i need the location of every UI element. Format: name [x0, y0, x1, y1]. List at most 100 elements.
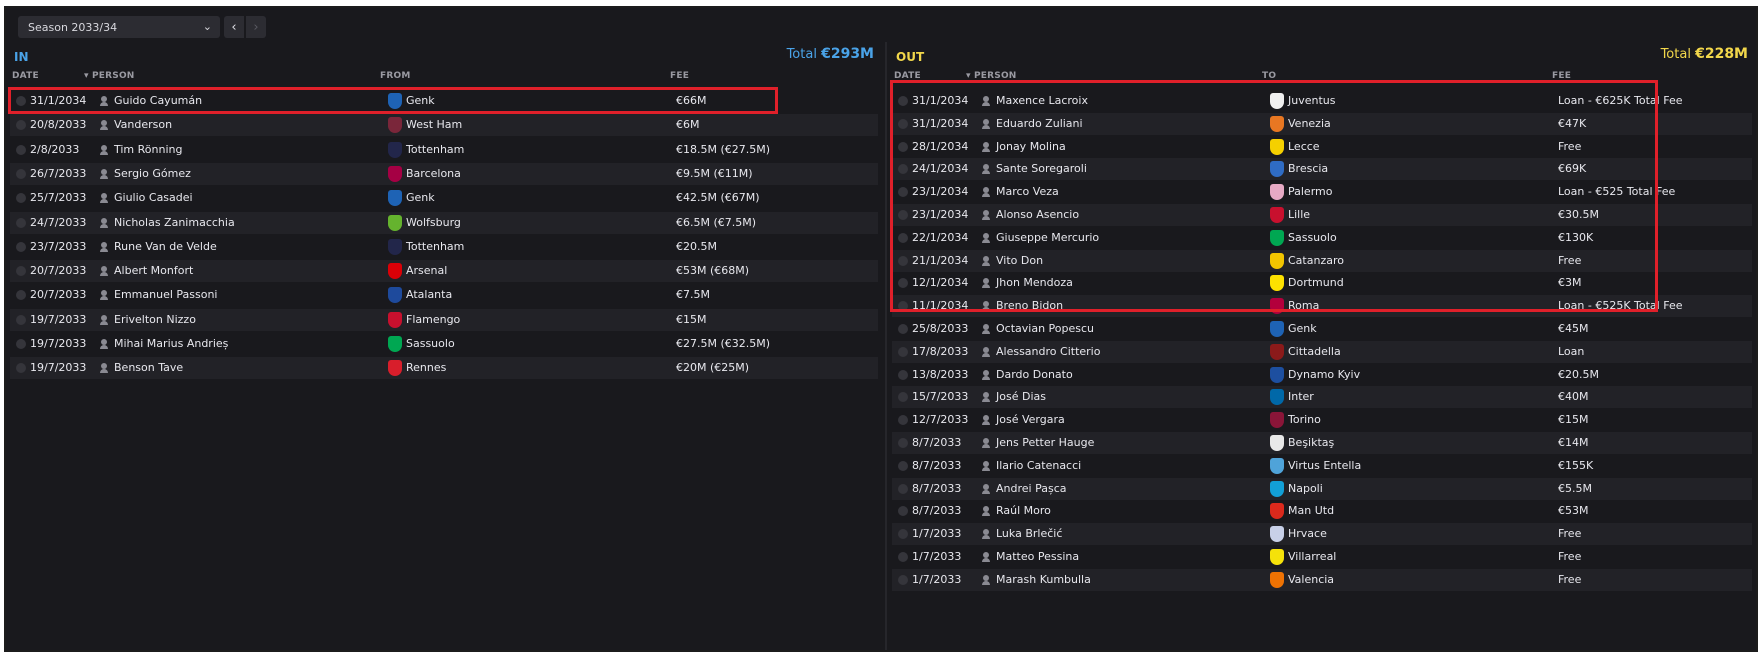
table-row[interactable]: 20/8/2033 Vanderson West Ham €6M [10, 114, 878, 137]
col-fee[interactable]: FEE [670, 71, 689, 81]
person-name[interactable]: Vito Don [996, 254, 1043, 267]
club-name[interactable]: Genk [1288, 322, 1317, 335]
col-club[interactable]: TO [1262, 71, 1276, 81]
club-name[interactable]: Hrvace [1288, 527, 1327, 540]
club-name[interactable]: West Ham [406, 118, 462, 131]
table-row[interactable]: 12/1/2034 Jhon Mendoza Dortmund €3M [892, 272, 1752, 294]
person-name[interactable]: Jhon Mendoza [996, 276, 1073, 289]
table-row[interactable]: 8/7/2033 Raúl Moro Man Utd €53M [892, 500, 1752, 522]
club-name[interactable]: Villarreal [1288, 550, 1336, 563]
club-name[interactable]: Catanzaro [1288, 254, 1344, 267]
table-row[interactable]: 19/7/2033 Erivelton Nizzo Flamengo €15M [10, 308, 878, 331]
table-row[interactable]: 8/7/2033 Andrei Pașca Napoli €5.5M [892, 477, 1752, 500]
table-row[interactable]: 1/7/2033 Matteo Pessina Villarreal Free [892, 546, 1752, 568]
table-row[interactable]: 13/8/2033 Dardo Donato Dynamo Kyiv €20.5M [892, 364, 1752, 386]
person-name[interactable]: Guido Cayumán [114, 94, 202, 107]
col-date[interactable]: DATE [894, 71, 921, 81]
club-name[interactable]: Torino [1288, 413, 1321, 426]
person-name[interactable]: Raúl Moro [996, 504, 1051, 517]
table-row[interactable]: 20/7/2033 Emmanuel Passoni Atalanta €7.5M [10, 284, 878, 306]
person-name[interactable]: Breno Bidon [996, 299, 1063, 312]
table-row[interactable]: 31/1/2034 Guido Cayumán Genk €66M [10, 90, 878, 112]
person-name[interactable]: Alonso Asencio [996, 208, 1079, 221]
club-name[interactable]: Napoli [1288, 482, 1323, 495]
club-name[interactable]: Dortmund [1288, 276, 1344, 289]
person-name[interactable]: Maxence Lacroix [996, 94, 1088, 107]
person-name[interactable]: Marash Kumbulla [996, 573, 1091, 586]
person-name[interactable]: Jens Petter Hauge [996, 436, 1094, 449]
person-name[interactable]: José Vergara [996, 413, 1065, 426]
table-row[interactable]: 28/1/2034 Jonay Molina Lecce Free [892, 136, 1752, 158]
person-name[interactable]: Luka Brlečić [996, 527, 1062, 540]
table-row[interactable]: 23/7/2033 Rune Van de Velde Tottenham €20.5… [10, 236, 878, 258]
table-row[interactable]: 19/7/2033 Benson Tave Rennes €20M (€25M) [10, 357, 878, 380]
table-row[interactable]: 8/7/2033 Jens Petter Hauge Beşiktaş €14M [892, 432, 1752, 454]
person-name[interactable]: Matteo Pessina [996, 550, 1079, 563]
person-name[interactable]: Nicholas Zanimacchia [114, 216, 235, 229]
person-name[interactable]: Tim Rönning [114, 143, 182, 156]
club-name[interactable]: Cittadella [1288, 345, 1341, 358]
club-name[interactable]: Lecce [1288, 140, 1320, 153]
table-row[interactable]: 25/7/2033 Giulio Casadei Genk €42.5M (€67M) [10, 187, 878, 209]
person-name[interactable]: Alessandro Citterio [996, 345, 1100, 358]
club-name[interactable]: Dynamo Kyiv [1288, 368, 1360, 381]
club-name[interactable]: Genk [406, 191, 435, 204]
person-name[interactable]: Marco Veza [996, 185, 1059, 198]
person-name[interactable]: Albert Monfort [114, 264, 193, 277]
club-name[interactable]: Man Utd [1288, 504, 1334, 517]
table-row[interactable]: 8/7/2033 Ilario Catenacci Virtus Entella €1… [892, 455, 1752, 477]
club-name[interactable]: Sassuolo [1288, 231, 1337, 244]
table-row[interactable]: 25/8/2033 Octavian Popescu Genk €45M [892, 318, 1752, 340]
col-person[interactable]: PERSON [92, 71, 135, 81]
table-row[interactable]: 24/1/2034 Sante Soregaroli Brescia €69K [892, 158, 1752, 181]
table-row[interactable]: 20/7/2033 Albert Monfort Arsenal €53M (€68M… [10, 260, 878, 283]
person-name[interactable]: Jonay Molina [996, 140, 1066, 153]
person-name[interactable]: Emmanuel Passoni [114, 288, 218, 301]
table-row[interactable]: 15/7/2033 José Dias Inter €40M [892, 386, 1752, 409]
club-name[interactable]: Roma [1288, 299, 1319, 312]
previous-season-button[interactable]: ‹ [224, 16, 244, 38]
person-name[interactable]: Dardo Donato [996, 368, 1073, 381]
club-name[interactable]: Virtus Entella [1288, 459, 1361, 472]
table-row[interactable]: 22/1/2034 Giuseppe Mercurio Sassuolo €130K [892, 227, 1752, 249]
club-name[interactable]: Palermo [1288, 185, 1332, 198]
table-row[interactable]: 1/7/2033 Marash Kumbulla Valencia Free [892, 568, 1752, 591]
person-name[interactable]: Giulio Casadei [114, 191, 193, 204]
table-row[interactable]: 2/8/2033 Tim Rönning Tottenham €18.5M (€27.… [10, 139, 878, 161]
table-row[interactable]: 19/7/2033 Mihai Marius Andrieș Sassuolo €27… [10, 333, 878, 355]
club-name[interactable]: Brescia [1288, 162, 1328, 175]
club-name[interactable]: Barcelona [406, 167, 461, 180]
club-name[interactable]: Rennes [406, 361, 446, 374]
person-name[interactable]: Andrei Pașca [996, 482, 1066, 495]
person-name[interactable]: Octavian Popescu [996, 322, 1094, 335]
table-row[interactable]: 21/1/2034 Vito Don Catanzaro Free [892, 249, 1752, 272]
table-row[interactable]: 17/8/2033 Alessandro Citterio Cittadella Lo… [892, 340, 1752, 363]
table-row[interactable]: 26/7/2033 Sergio Gómez Barcelona €9.5M (€11… [10, 162, 878, 185]
person-name[interactable]: Rune Van de Velde [114, 240, 217, 253]
person-name[interactable]: Sante Soregaroli [996, 162, 1087, 175]
season-dropdown[interactable]: Season 2033/34 ⌄ [18, 16, 220, 38]
table-row[interactable]: 24/7/2033 Nicholas Zanimacchia Wolfsburg €6… [10, 211, 878, 234]
col-fee[interactable]: FEE [1552, 71, 1571, 81]
club-name[interactable]: Valencia [1288, 573, 1334, 586]
person-name[interactable]: José Dias [996, 390, 1046, 403]
club-name[interactable]: Beşiktaş [1288, 436, 1334, 449]
col-club[interactable]: FROM [380, 71, 411, 81]
person-name[interactable]: Mihai Marius Andrieș [114, 337, 228, 350]
club-name[interactable]: Flamengo [406, 313, 460, 326]
club-name[interactable]: Lille [1288, 208, 1310, 221]
club-name[interactable]: Arsenal [406, 264, 447, 277]
table-row[interactable]: 23/1/2034 Alonso Asencio Lille €30.5M [892, 204, 1752, 226]
person-name[interactable]: Ilario Catenacci [996, 459, 1081, 472]
club-name[interactable]: Inter [1288, 390, 1314, 403]
table-row[interactable]: 31/1/2034 Eduardo Zuliani Venezia €47K [892, 112, 1752, 135]
club-name[interactable]: Juventus [1288, 94, 1335, 107]
table-row[interactable]: 31/1/2034 Maxence Lacroix Juventus Loan - €… [892, 90, 1752, 112]
club-name[interactable]: Sassuolo [406, 337, 455, 350]
person-name[interactable]: Vanderson [114, 118, 172, 131]
club-name[interactable]: Venezia [1288, 117, 1331, 130]
table-row[interactable]: 12/7/2033 José Vergara Torino €15M [892, 409, 1752, 431]
club-name[interactable]: Wolfsburg [406, 216, 461, 229]
club-name[interactable]: Genk [406, 94, 435, 107]
person-name[interactable]: Erivelton Nizzo [114, 313, 196, 326]
